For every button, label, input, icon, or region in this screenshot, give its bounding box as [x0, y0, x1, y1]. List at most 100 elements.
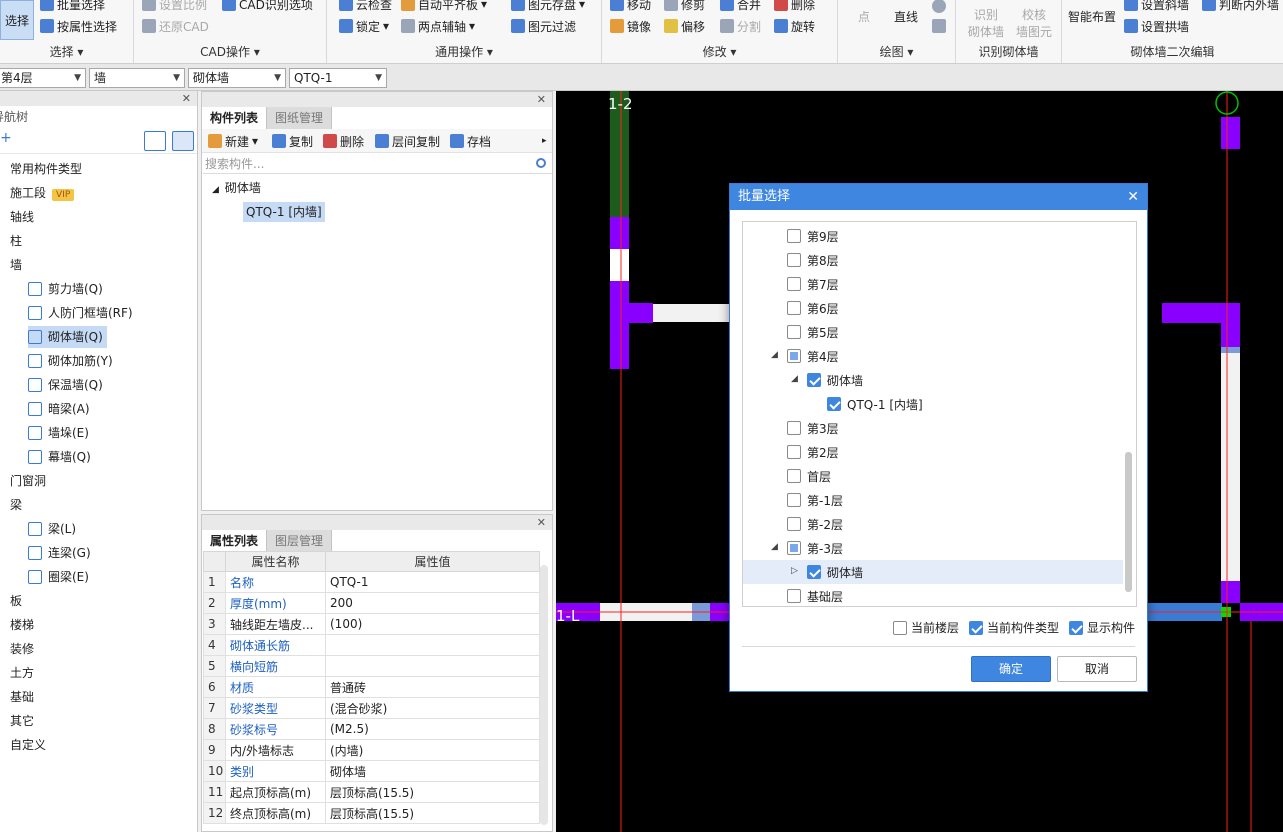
floor-row[interactable]: 第6层 [743, 296, 1123, 320]
floor-checkbox[interactable] [787, 253, 801, 267]
floor-row[interactable]: ◢ 第4层 [743, 344, 1123, 368]
property-row[interactable]: 6 材质 普通砖 [203, 676, 540, 698]
tab-component-list[interactable]: 构件列表 [202, 107, 268, 129]
property-scrollbar[interactable] [540, 565, 548, 825]
property-value[interactable]: 层顶标高(15.5) [325, 802, 540, 824]
floor-row[interactable]: 第9层 [743, 224, 1123, 248]
nav-wall-sub-6[interactable]: 墙垛(E) [28, 422, 93, 444]
property-value[interactable]: 200 [325, 592, 540, 614]
rotate-button[interactable]: 旋转 [774, 16, 815, 36]
property-row[interactable]: 2 厚度(mm) 200 [203, 592, 540, 614]
circle-draw-button[interactable] [932, 0, 946, 16]
merge-button[interactable]: 合并 [720, 0, 761, 14]
point-draw-button[interactable]: 点 [858, 6, 870, 26]
floor-row[interactable]: 第2层 [743, 440, 1123, 464]
property-value[interactable]: (混合砂浆) [325, 697, 540, 719]
nav-item-5[interactable]: 门窗洞 [10, 470, 46, 492]
nav-wall-sub-1[interactable]: 人防门框墙(RF) [28, 302, 137, 324]
tab-property-list[interactable]: 属性列表 [202, 530, 268, 552]
floor-checkbox[interactable] [787, 229, 801, 243]
close-icon[interactable]: ✕ [182, 91, 191, 106]
floor-checkbox[interactable] [787, 469, 801, 483]
tab-drawing-manage[interactable]: 图纸管理 [267, 107, 333, 129]
close-icon[interactable]: ✕ [537, 515, 546, 530]
nav-item-7[interactable]: 板 [10, 590, 22, 612]
line-draw-button[interactable]: 直线 [894, 6, 918, 26]
lock-button[interactable]: 锁定 ▾ [339, 16, 389, 36]
tree-node-qtq1[interactable]: QTQ-1 [内墙] [243, 202, 325, 222]
plus-icon[interactable]: + [0, 130, 12, 146]
property-value[interactable]: (M2.5) [325, 718, 540, 740]
property-value[interactable]: 普通砖 [325, 676, 540, 698]
arch-wall-button[interactable]: 设置拱墙 [1124, 16, 1189, 36]
property-value[interactable] [325, 655, 540, 677]
nav-item-9[interactable]: 装修 [10, 638, 34, 660]
list-view-icon[interactable] [144, 131, 166, 151]
expand-arrow-icon[interactable]: ▸ [542, 132, 547, 150]
property-value[interactable] [325, 634, 540, 656]
floor-checkbox[interactable] [807, 565, 821, 579]
two-point-axis-button[interactable]: 两点辅轴 ▾ [401, 16, 475, 36]
copy-button[interactable]: 复制 [272, 132, 313, 150]
element-filter-button[interactable]: 图元过滤 [511, 16, 576, 36]
floor-checkbox[interactable] [787, 445, 801, 459]
close-icon[interactable]: ✕ [1127, 184, 1139, 210]
nav-item-4[interactable]: 墙 [10, 254, 22, 276]
expand-icon[interactable]: ◢ [771, 542, 778, 552]
property-row[interactable]: 10 类别 砌体墙 [203, 760, 540, 782]
floor-row[interactable]: 第-2层 [743, 512, 1123, 536]
current-floor-option[interactable]: 当前楼层 [892, 619, 959, 636]
nav-beam-sub-1[interactable]: 连梁(G) [28, 542, 95, 564]
property-value[interactable]: (内墙) [325, 739, 540, 761]
current-type-checkbox[interactable] [968, 620, 983, 635]
new-button[interactable]: 新建 ▾ [208, 132, 258, 150]
nav-beam-sub-0[interactable]: 梁(L) [28, 518, 80, 540]
nav-wall-sub-5[interactable]: 暗梁(A) [28, 398, 94, 420]
recognize-wall-button[interactable]: 识别 砌体墙 [968, 6, 1004, 40]
check-wall-button[interactable]: 校核 墙图元 [1016, 6, 1052, 40]
floor-checkbox[interactable] [787, 589, 801, 603]
floor-row[interactable]: 第7层 [743, 272, 1123, 296]
floor-select[interactable]: 第4层 ▼ [0, 68, 86, 88]
attr-select-button[interactable]: 按属性选择 [40, 16, 117, 36]
grid-view-icon[interactable] [172, 131, 194, 151]
rect-draw-button[interactable] [932, 16, 946, 36]
offset-button[interactable]: 偏移 [664, 16, 705, 36]
delete-button[interactable]: 删除 [774, 0, 815, 14]
nav-wall-sub-4[interactable]: 保温墙(Q) [28, 374, 107, 396]
nav-wall-sub-0[interactable]: 剪力墙(Q) [28, 278, 107, 300]
nav-item-6[interactable]: 梁 [10, 494, 22, 516]
set-scale-button[interactable]: 设置比例 [142, 0, 207, 14]
floor-row[interactable]: 第-1层 [743, 488, 1123, 512]
tree-node-masonry[interactable]: ◢ 砌体墙 [212, 178, 261, 198]
floor-checkbox[interactable] [787, 541, 801, 555]
trim-button[interactable]: 修剪 [664, 0, 705, 14]
floor-checkbox[interactable] [787, 421, 801, 435]
delete-comp-button[interactable]: 删除 [323, 132, 364, 150]
nav-item-13[interactable]: 自定义 [10, 734, 46, 756]
nav-item-12[interactable]: 其它 [10, 710, 34, 732]
close-icon[interactable]: ✕ [537, 92, 546, 107]
component-search-input[interactable]: 搜索构件... [203, 154, 552, 174]
property-row[interactable]: 4 砌体通长筋 [203, 634, 540, 656]
property-value[interactable]: QTQ-1 [325, 571, 540, 593]
slope-wall-button[interactable]: 设置斜墙 [1124, 0, 1189, 14]
property-value[interactable]: (100) [325, 613, 540, 635]
floor-row[interactable]: 基础层 [743, 584, 1123, 606]
floor-checkbox[interactable] [787, 349, 801, 363]
expand-icon[interactable]: ◢ [791, 374, 798, 384]
nav-wall-sub-2[interactable]: 砌体墙(Q) [28, 326, 107, 348]
nav-item-0[interactable]: 常用构件类型 [10, 158, 82, 180]
floor-checkbox[interactable] [827, 397, 841, 411]
property-row[interactable]: 8 砂浆标号 (M2.5) [203, 718, 540, 740]
auto-level-button[interactable]: 自动平齐板 ▾ [401, 0, 487, 14]
show-component-checkbox[interactable] [1068, 620, 1083, 635]
nav-item-2[interactable]: 轴线 [10, 206, 34, 228]
cancel-button[interactable]: 取消 [1057, 656, 1137, 682]
property-row[interactable]: 1 名称 QTQ-1 [203, 571, 540, 593]
floor-row[interactable]: 第5层 [743, 320, 1123, 344]
floor-checkbox[interactable] [787, 277, 801, 291]
floor-tree-scrollbar[interactable] [1125, 452, 1132, 592]
property-value[interactable]: 层顶标高(15.5) [325, 781, 540, 803]
floor-row[interactable]: ◢ 砌体墙 [743, 368, 1123, 392]
